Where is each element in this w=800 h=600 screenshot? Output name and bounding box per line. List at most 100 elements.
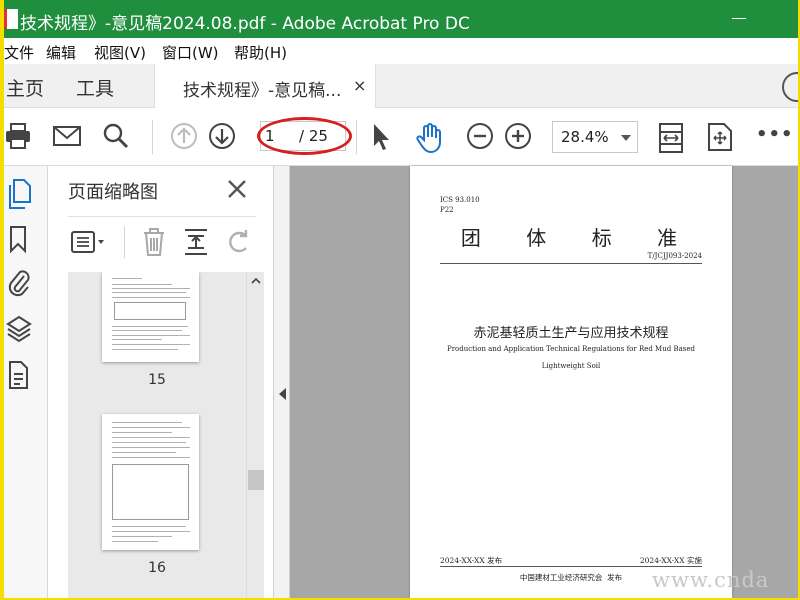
text-line <box>112 292 186 293</box>
tab-home[interactable]: 主页 <box>6 74 44 101</box>
menu-file[interactable]: 文件 <box>4 42 34 63</box>
panel-divider <box>68 216 256 217</box>
document-title-cn: 赤泥基轻质土生产与应用技术规程 <box>473 326 669 341</box>
acrobat-window: 技术规程》-意见稿2024.08.pdf - Adobe Acrobat Pro… <box>4 0 798 598</box>
menu-bar: 文件 编辑 视图(V) 窗口(W) 帮助(H) <box>4 38 798 64</box>
toolbar-divider <box>356 120 357 154</box>
footer-rule <box>440 566 702 567</box>
text-line <box>112 442 186 443</box>
help-icon[interactable] <box>782 72 798 102</box>
text-line <box>112 344 190 345</box>
text-line <box>112 536 172 537</box>
select-cursor-icon[interactable] <box>370 122 392 152</box>
header-rule <box>440 263 702 264</box>
menu-view[interactable]: 视图(V) <box>94 42 146 63</box>
panel-title: 页面缩略图 <box>68 182 158 203</box>
text-line <box>112 278 142 279</box>
thumbnails-panel: 页面缩略图 15 16 <box>48 166 274 598</box>
window-title: 技术规程》-意见稿2024.08.pdf - Adobe Acrobat Pro… <box>20 14 470 34</box>
panel-toolbar-divider <box>124 226 125 258</box>
text-line <box>112 349 178 350</box>
watermark: www.cnda <box>652 568 770 592</box>
text-line <box>112 437 190 438</box>
text-line <box>112 452 176 453</box>
email-icon[interactable] <box>52 122 82 150</box>
text-line <box>112 447 190 448</box>
search-icon[interactable] <box>102 122 130 150</box>
thumbnail-list: 15 16 <box>68 272 246 598</box>
tab-tools[interactable]: 工具 <box>76 74 114 101</box>
collapse-panel-icon[interactable] <box>279 388 286 400</box>
document-title-en: Production and Application Technical Reg… <box>447 345 695 353</box>
attachment-icon[interactable] <box>6 268 32 298</box>
close-panel-icon[interactable] <box>226 178 248 200</box>
standard-category: 团 体 标 准 <box>460 226 682 250</box>
toolbar-divider <box>152 120 153 154</box>
delete-page-icon[interactable] <box>140 226 168 258</box>
mini-table <box>112 464 189 520</box>
next-page-icon[interactable] <box>208 122 236 150</box>
page-thumbnail-15[interactable] <box>102 272 199 362</box>
document-properties-icon[interactable] <box>6 360 30 390</box>
text-line <box>112 427 190 428</box>
scrollbar-thumb[interactable] <box>248 470 264 490</box>
previous-page-icon[interactable] <box>170 122 198 150</box>
main-toolbar: 1 / 25 28.4% ••• <box>4 108 798 166</box>
text-line <box>112 526 186 527</box>
menu-edit[interactable]: 编辑 <box>46 42 76 63</box>
text-line <box>112 422 182 423</box>
fit-page-icon[interactable] <box>656 122 686 154</box>
text-line <box>112 457 190 458</box>
tab-bar: 主页 工具 技术规程》-意见稿... × <box>4 64 798 108</box>
chevron-down-icon <box>621 135 631 141</box>
red-highlight-circle <box>257 117 352 155</box>
zoom-out-icon[interactable] <box>466 122 494 150</box>
page-thumbnail-16[interactable] <box>102 414 199 550</box>
zoom-level-value: 28.4% <box>561 128 609 146</box>
more-options-icon[interactable]: ••• <box>756 124 794 145</box>
document-tab-label: 技术规程》-意见稿... <box>183 81 342 101</box>
ccs-code: P22 <box>440 206 454 214</box>
hand-tool-icon[interactable] <box>414 122 446 154</box>
thumbnail-options-icon[interactable] <box>70 226 108 258</box>
full-screen-icon[interactable] <box>706 122 734 152</box>
thumbnail-page-number: 15 <box>148 372 166 388</box>
publish-date: 2024-XX-XX 发布 <box>440 556 503 565</box>
text-line <box>112 531 190 532</box>
standard-number: T/JCJJ093-2024 <box>647 252 702 260</box>
text-line <box>112 297 190 298</box>
insert-page-icon[interactable] <box>182 226 210 258</box>
document-viewport: ICS 93.010 P22 团 体 标 准 T/JCJJ093-2024 赤泥… <box>274 166 798 598</box>
thumbnail-page-number: 16 <box>148 560 166 576</box>
ics-code: ICS 93.010 <box>440 196 480 204</box>
print-icon[interactable] <box>4 122 32 150</box>
menu-window[interactable]: 窗口(W) <box>162 42 219 63</box>
layers-icon[interactable] <box>6 314 32 344</box>
rotate-page-icon[interactable] <box>224 226 254 258</box>
text-line <box>112 432 172 433</box>
text-line <box>112 284 172 285</box>
mini-table <box>114 302 186 320</box>
title-bar: 技术规程》-意见稿2024.08.pdf - Adobe Acrobat Pro… <box>4 0 798 38</box>
implement-date: 2024-XX-XX 实施 <box>639 556 702 565</box>
text-line <box>112 541 158 542</box>
panel-collapse-gutter[interactable] <box>274 166 290 598</box>
pdf-page: ICS 93.010 P22 团 体 标 准 T/JCJJ093-2024 赤泥… <box>410 166 732 598</box>
menu-help[interactable]: 帮助(H) <box>234 42 287 63</box>
thumbnail-scrollbar[interactable] <box>246 272 264 598</box>
acrobat-app-icon <box>4 9 18 29</box>
zoom-in-icon[interactable] <box>504 122 532 150</box>
zoom-level-select[interactable]: 28.4% <box>552 121 638 153</box>
page-thumbnails-icon[interactable] <box>6 178 32 210</box>
document-title-en-cont: Lightweight Soil <box>541 362 601 370</box>
text-line <box>112 288 190 289</box>
text-line <box>112 326 188 327</box>
bookmark-icon[interactable] <box>6 224 30 254</box>
tab-document[interactable]: 技术规程》-意见稿... × <box>154 64 376 108</box>
text-line <box>112 335 190 336</box>
minimize-button[interactable] <box>732 18 746 19</box>
navigation-rail <box>4 166 48 598</box>
text-line <box>112 339 162 340</box>
chevron-up-icon[interactable] <box>250 276 262 286</box>
close-tab-icon[interactable]: × <box>353 76 366 95</box>
